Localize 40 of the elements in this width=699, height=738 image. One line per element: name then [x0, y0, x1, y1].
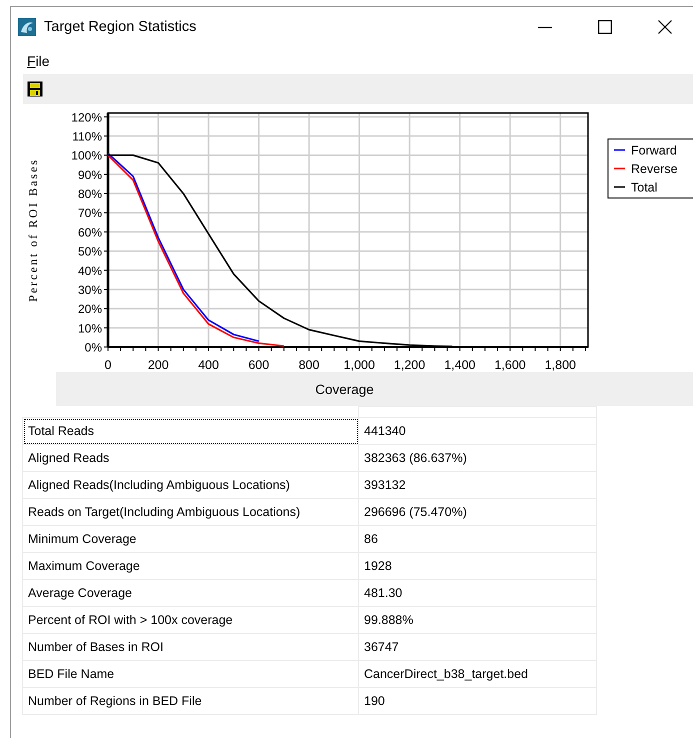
- tick-label: 0%: [84, 340, 102, 354]
- tick-label: 80%: [78, 187, 102, 202]
- tick-label: 120%: [71, 110, 102, 124]
- tick-label: 50%: [78, 244, 102, 259]
- tick-label: 10%: [78, 321, 102, 336]
- tick-label: 400: [198, 358, 219, 372]
- tick-label: 60%: [78, 225, 102, 240]
- tick-label: 110%: [72, 130, 102, 144]
- table-cell: 296696 (75.470%): [358, 498, 596, 526]
- tick-label: 100%: [71, 148, 102, 163]
- table-cell: 86: [358, 526, 596, 552]
- table-cell: 99.888%: [358, 606, 596, 634]
- table-cell: 1928: [358, 552, 596, 580]
- tick-label: 90%: [78, 168, 102, 182]
- tick-label: 70%: [78, 206, 102, 220]
- tick-label: 1,600: [494, 358, 526, 372]
- table-cell: 481.30: [358, 580, 596, 606]
- tick-label: 20%: [78, 302, 102, 316]
- y-axis-title: Percent of ROI Bases: [26, 158, 40, 302]
- window-title: Target Region Statistics: [44, 19, 196, 35]
- tick-label: 40%: [78, 264, 102, 278]
- tick-label: 600: [248, 358, 270, 372]
- tick-label: 1,400: [444, 358, 476, 372]
- table-cell: 190: [358, 688, 596, 714]
- tick-label: 30%: [78, 282, 102, 297]
- table-cell: CancerDirect_b38_target.bed: [358, 660, 596, 688]
- table-cell: 382363 (86.637%): [358, 444, 596, 472]
- tick-label: 0: [104, 358, 112, 372]
- table-cell: 393132: [358, 472, 596, 498]
- tick-label: 1,800: [544, 358, 576, 372]
- table-cell: 441340: [358, 418, 596, 444]
- legend-label: Total: [631, 180, 658, 194]
- tick-label: 200: [148, 358, 169, 372]
- x-axis-title: Coverage: [315, 382, 374, 396]
- tick-label: 1,200: [394, 358, 426, 372]
- legend-label: Reverse: [631, 162, 678, 176]
- tick-label: 800: [298, 358, 320, 372]
- legend-label: Forward: [631, 144, 677, 158]
- table-cell: 36747: [358, 634, 596, 660]
- tick-label: 1,000: [344, 358, 375, 372]
